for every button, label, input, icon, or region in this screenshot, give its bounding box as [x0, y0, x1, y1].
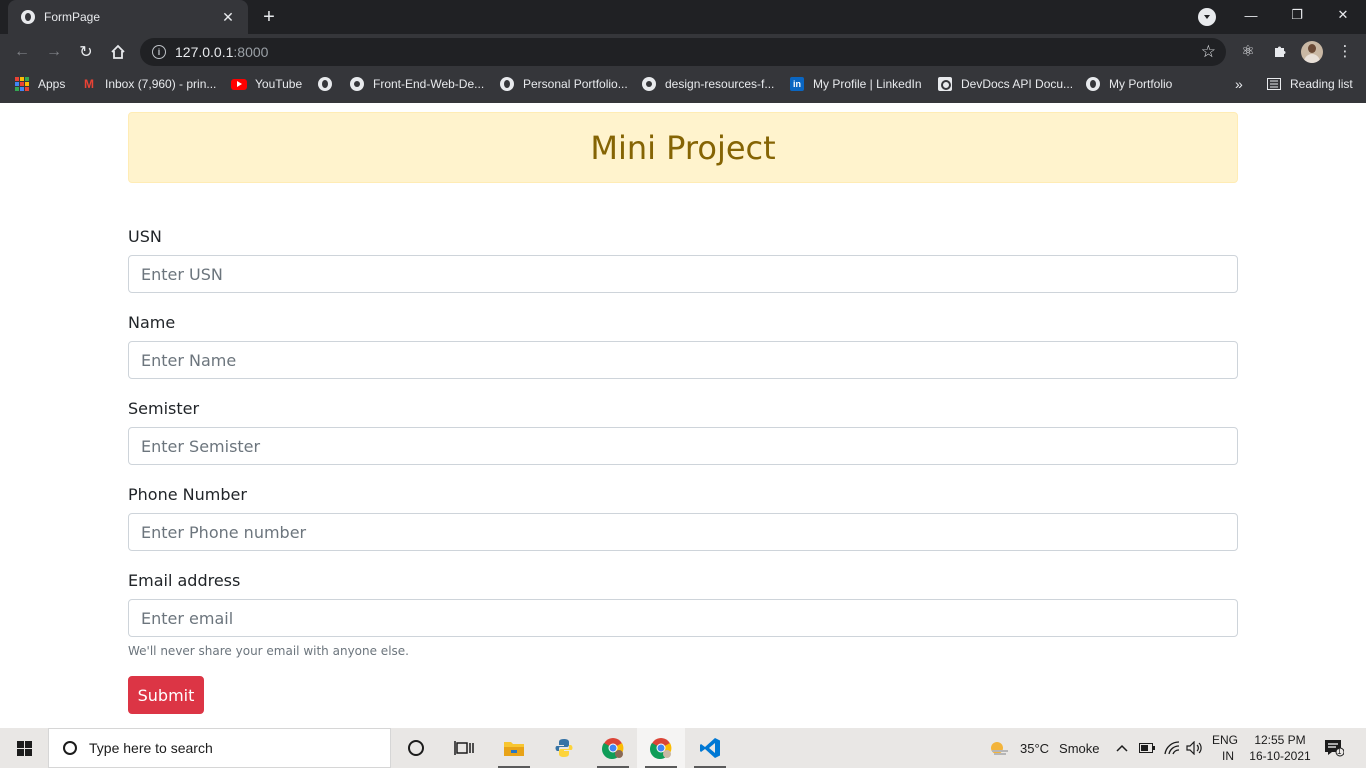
minimize-icon[interactable]: — [1228, 0, 1274, 30]
weather-sun-icon [991, 742, 1008, 755]
tray-overflow-icon[interactable] [1116, 728, 1128, 768]
bookmarks-bar: Apps M Inbox (7,960) - prin... YouTube F… [0, 70, 1366, 98]
name-input[interactable] [128, 341, 1238, 379]
forward-button[interactable]: → [42, 40, 66, 64]
phone-label: Phone Number [128, 485, 247, 504]
name-label: Name [128, 313, 176, 332]
semister-label: Semister [128, 399, 200, 418]
cortana-icon[interactable] [392, 728, 440, 768]
email-help-text: We'll never share your email with anyone… [128, 644, 409, 658]
home-button[interactable] [106, 40, 130, 64]
bookmark-youtube[interactable]: YouTube [231, 76, 302, 92]
wifi-icon[interactable] [1164, 728, 1180, 768]
notification-center-icon[interactable]: 1 [1322, 728, 1346, 768]
semister-input[interactable] [128, 427, 1238, 465]
bookmark-linkedin[interactable]: in My Profile | LinkedIn [789, 76, 922, 92]
site-info-icon[interactable]: i [152, 45, 166, 59]
new-tab-button[interactable]: + [258, 6, 280, 28]
page-content: Mini Project USN Name Semister Phone Num… [0, 103, 1366, 728]
lang-bottom: IN [1222, 749, 1234, 763]
bookmark-devdocs[interactable]: DevDocs API Docu... [937, 76, 1073, 92]
weather-text: Smoke [1059, 740, 1100, 756]
bookmarks-overflow-button[interactable]: » [1235, 76, 1243, 92]
start-button[interactable] [0, 728, 48, 768]
bookmark-front-end-web-dev[interactable]: Front-End-Web-De... [349, 76, 484, 92]
bookmark-apps[interactable]: Apps [14, 76, 65, 92]
page-banner: Mini Project [128, 112, 1238, 183]
volume-icon[interactable] [1186, 728, 1204, 768]
browser-toolbar: ← → ↻ i 127.0.0.1:8000 ☆ [0, 34, 1366, 70]
task-view-icon[interactable] [440, 728, 488, 768]
globe-icon [1085, 76, 1101, 92]
devdocs-icon [937, 76, 953, 92]
battery-icon[interactable] [1139, 728, 1155, 768]
apps-grid-icon [14, 76, 30, 92]
email-label: Email address [128, 571, 241, 590]
globe-icon [317, 76, 333, 92]
bookmark-personal-portfolio[interactable]: Personal Portfolio... [499, 76, 628, 92]
address-bar[interactable]: i 127.0.0.1:8000 ☆ [140, 38, 1226, 66]
python-icon[interactable] [540, 728, 588, 768]
search-icon [63, 741, 77, 755]
gmail-icon: M [84, 77, 94, 91]
bookmark-my-portfolio[interactable]: My Portfolio [1085, 76, 1172, 92]
tab-strip: FormPage ✕ + — ❐ ✕ [0, 0, 1366, 34]
bookmark-gmail[interactable]: M Inbox (7,960) - prin... [81, 76, 216, 92]
github-icon [349, 76, 365, 92]
usn-label: USN [128, 227, 162, 246]
tab-search-icon[interactable] [1198, 8, 1216, 26]
url-port: :8000 [233, 44, 269, 60]
page-title: Mini Project [590, 128, 776, 167]
extensions-puzzle-icon[interactable] [1269, 40, 1291, 62]
chrome-profile-icon[interactable] [637, 728, 685, 768]
profile-avatar[interactable] [1301, 41, 1323, 63]
language-indicator[interactable]: ENG IN [1212, 728, 1238, 768]
bookmark-design-resources[interactable]: design-resources-f... [641, 76, 774, 92]
clock-time: 12:55 PM [1254, 733, 1306, 747]
reading-list-button[interactable]: Reading list [1266, 76, 1353, 92]
clock[interactable]: 12:55 PM 16-10-2021 [1248, 728, 1312, 768]
restore-icon[interactable]: ❐ [1274, 0, 1320, 30]
chrome-icon[interactable] [589, 728, 637, 768]
url-host: 127.0.0.1 [175, 44, 234, 60]
file-explorer-icon[interactable] [490, 728, 538, 768]
tab-formpage[interactable]: FormPage ✕ [8, 0, 248, 34]
browser-chrome: FormPage ✕ + — ❐ ✕ ← → ↻ i 127.0.0.1:800… [0, 0, 1366, 103]
bookmark-star-icon[interactable]: ☆ [1201, 42, 1216, 62]
close-window-icon[interactable]: ✕ [1320, 0, 1366, 30]
notification-count: 1 [1337, 747, 1342, 756]
react-devtools-icon[interactable]: ⚛ [1237, 40, 1259, 62]
windows-logo-icon [16, 740, 32, 756]
vscode-icon[interactable] [686, 728, 734, 768]
usn-input[interactable] [128, 255, 1238, 293]
reload-button[interactable]: ↻ [74, 40, 98, 64]
clock-date: 16-10-2021 [1249, 749, 1311, 763]
email-input[interactable] [128, 599, 1238, 637]
taskbar-search[interactable]: Type here to search [48, 728, 391, 768]
close-tab-icon[interactable]: ✕ [220, 9, 236, 25]
submit-button[interactable]: Submit [128, 676, 204, 714]
lang-top: ENG [1212, 733, 1239, 747]
taskbar-search-placeholder: Type here to search [89, 740, 213, 756]
phone-input[interactable] [128, 513, 1238, 551]
weather-widget[interactable]: 35°C Smoke [988, 728, 1100, 768]
globe-icon [20, 9, 36, 25]
github-icon [641, 76, 657, 92]
reading-list-icon [1266, 76, 1282, 92]
menu-kebab-icon[interactable]: ⋮ [1334, 40, 1356, 62]
back-button[interactable]: ← [10, 40, 34, 64]
linkedin-icon: in [789, 76, 805, 92]
bookmark-globe[interactable] [317, 76, 341, 92]
youtube-icon [231, 76, 247, 92]
globe-icon [499, 76, 515, 92]
tab-title: FormPage [44, 10, 101, 24]
taskbar: Type here to search 35°C Smoke ENG IN 12… [0, 728, 1366, 768]
weather-temp: 35°C [1020, 740, 1050, 756]
